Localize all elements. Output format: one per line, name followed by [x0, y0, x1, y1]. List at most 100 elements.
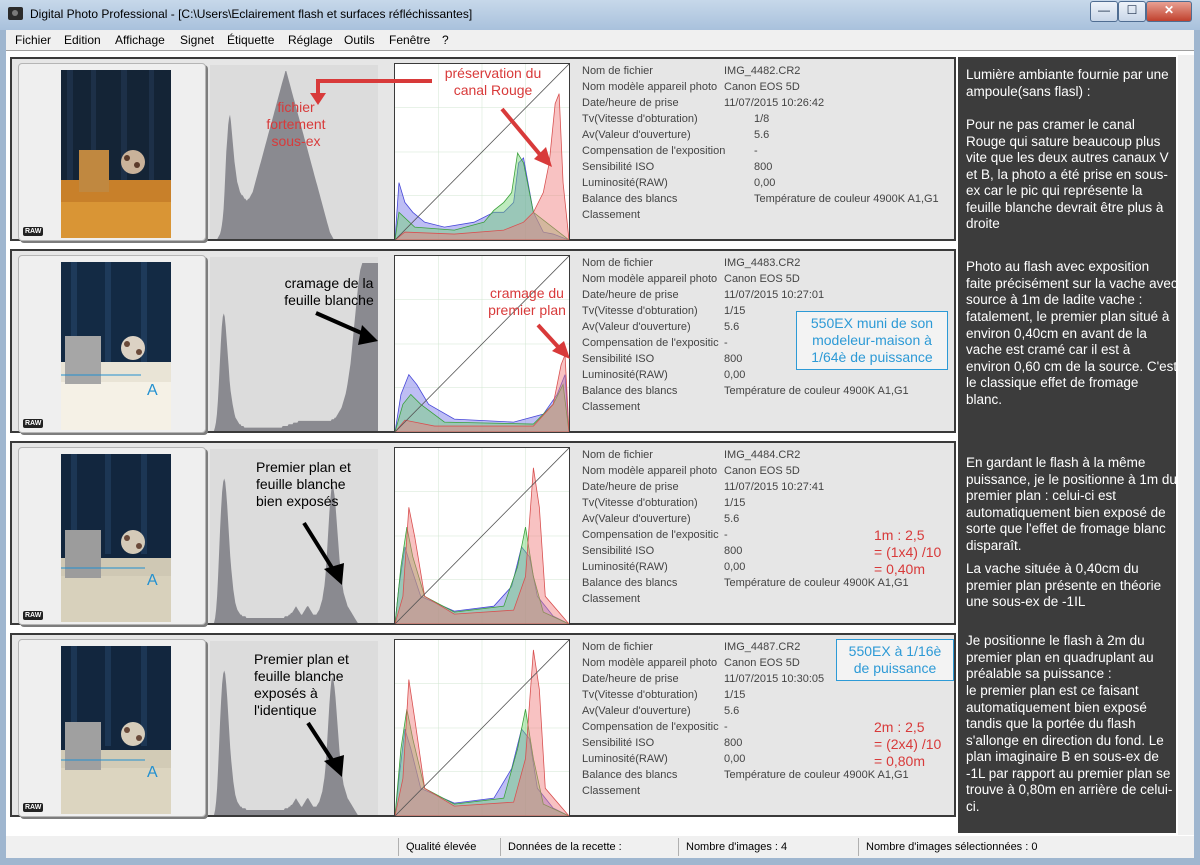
- minimize-button[interactable]: —: [1090, 1, 1118, 22]
- label-date: Date/heure de prise: [582, 289, 679, 301]
- label-rating: Classement: [582, 401, 641, 413]
- raw-badge: RAW: [23, 227, 44, 236]
- value-comp: -: [724, 337, 728, 349]
- value-wb: Température de couleur 4900K A1,G1: [724, 385, 909, 397]
- label-wb: Balance des blancs: [582, 769, 678, 781]
- status-divider: [500, 838, 501, 856]
- window-title: Digital Photo Professional - [C:\Users\E…: [30, 7, 473, 21]
- value-model: Canon EOS 5D: [724, 81, 800, 93]
- thumbnail-frame[interactable]: A RAW: [18, 639, 206, 817]
- value-tv: 1/15: [724, 689, 746, 701]
- value-tv: 1/15: [724, 305, 746, 317]
- calc-line: 1m : 2,5: [874, 527, 925, 543]
- menu-reglage[interactable]: Réglage: [288, 33, 333, 47]
- calc-line: = (2x4) /10: [874, 736, 942, 752]
- raw-badge: RAW: [23, 611, 44, 620]
- photo-thumbnail[interactable]: [61, 262, 171, 430]
- annotation-sheet-burnout: cramage de la feuille blanche: [284, 275, 374, 308]
- annotation-well-exposed: Premier plan et feuille blanche bien exp…: [256, 459, 351, 509]
- menu-bar: Fichier Edition Affichage Signet Étiquet…: [6, 30, 1194, 50]
- flash-settings-note: 550EX muni de son modeleur-maison à 1/64…: [796, 311, 948, 370]
- value-file: IMG_4487.CR2: [724, 641, 801, 653]
- menu-etiquette[interactable]: Étiquette: [227, 33, 274, 47]
- label-av: Av(Valeur d'ouverture): [582, 321, 691, 333]
- distance-calculation: 2m : 2,5 = (2x4) /10 = 0,80m: [874, 719, 941, 770]
- value-lum: 0,00: [724, 753, 746, 765]
- vertical-scrollbar[interactable]: [1178, 55, 1194, 835]
- calc-line: = 0,40m: [874, 561, 925, 577]
- label-comp: Compensation de l'exposition: [582, 145, 726, 157]
- image-list[interactable]: RAW Nom de fichier IMG_4482.CR2 Nom modèl…: [10, 57, 956, 833]
- label-av: Av(Valeur d'ouverture): [582, 513, 691, 525]
- luminance-histogram: [210, 65, 378, 239]
- label-rating: Classement: [582, 593, 641, 605]
- label-rating: Classement: [582, 785, 641, 797]
- menu-fichier[interactable]: Fichier: [15, 33, 51, 47]
- label-model: Nom modèle appareil photo: [582, 81, 718, 93]
- value-lum: 0,00: [754, 177, 776, 189]
- label-tv: Tv(Vitesse d'obturation): [582, 113, 698, 125]
- client-area: RAW Nom de fichier IMG_4482.CR2 Nom modèl…: [6, 50, 1194, 837]
- photo-thumbnail[interactable]: [61, 454, 171, 622]
- label-wb: Balance des blancs: [582, 385, 678, 397]
- image-row[interactable]: A RAW Nom de fichier IMG_4487.CR2 Nom mod: [10, 633, 956, 817]
- thumbnail-frame[interactable]: A RAW: [18, 255, 206, 433]
- label-comp: Compensation de l'expositic: [582, 529, 719, 541]
- status-quality: Qualité élevée: [406, 841, 477, 853]
- window-frame-bottom: [0, 858, 1200, 865]
- status-divider: [678, 838, 679, 856]
- menu-edition[interactable]: Edition: [64, 33, 101, 47]
- marker-a: A: [147, 764, 158, 781]
- status-selected-count: Nombre d'images sélectionnées : 0: [866, 841, 1038, 853]
- label-rating: Classement: [582, 209, 641, 221]
- annotation-red-channel: préservation du canal Rouge: [444, 65, 542, 98]
- menu-signet[interactable]: Signet: [180, 33, 214, 47]
- value-file: IMG_4484.CR2: [724, 449, 801, 461]
- label-comp: Compensation de l'expositic: [582, 337, 719, 349]
- value-av: 5.6: [754, 129, 770, 141]
- status-recipe: Données de la recette :: [508, 841, 622, 853]
- label-lum: Luminosité(RAW): [582, 369, 668, 381]
- label-wb: Balance des blancs: [582, 193, 678, 205]
- status-divider: [398, 838, 399, 856]
- annotation-equal-exposure: Premier plan et feuille blanche exposés …: [254, 651, 349, 718]
- calc-line: = 0,80m: [874, 753, 925, 769]
- label-model: Nom modèle appareil photo: [582, 273, 718, 285]
- raw-badge: RAW: [23, 803, 44, 812]
- value-date: 11/07/2015 10:30:05: [724, 673, 825, 685]
- value-comp: -: [754, 145, 758, 157]
- note-red-channel: Pour ne pas cramer le canal Rouge qui sa…: [966, 117, 1169, 231]
- marker-a: A: [147, 382, 158, 399]
- value-date: 11/07/2015 10:27:41: [724, 481, 825, 493]
- photo-thumbnail[interactable]: [61, 646, 171, 814]
- thumbnail-frame[interactable]: RAW: [18, 63, 206, 241]
- annotation-foreground-burnout: cramage du premier plan: [488, 285, 566, 318]
- title-bar: Digital Photo Professional - [C:\Users\E…: [0, 0, 1200, 30]
- label-date: Date/heure de prise: [582, 97, 679, 109]
- image-row[interactable]: A RAW Nom de fichier IMG_4484.CR2 Nom mod: [10, 441, 956, 625]
- close-button[interactable]: ✕: [1146, 1, 1192, 22]
- value-file: IMG_4482.CR2: [724, 65, 801, 77]
- label-tv: Tv(Vitesse d'obturation): [582, 305, 698, 317]
- menu-affichage[interactable]: Affichage: [115, 33, 165, 47]
- label-av: Av(Valeur d'ouverture): [582, 129, 691, 141]
- menu-fenetre[interactable]: Fenêtre: [389, 33, 430, 47]
- note-ambient: Lumière ambiante fournie par une ampoule…: [966, 67, 1169, 99]
- notes-panel: Lumière ambiante fournie par une ampoule…: [958, 57, 1178, 833]
- label-model: Nom modèle appareil photo: [582, 657, 718, 669]
- maximize-button[interactable]: ☐: [1118, 1, 1146, 22]
- value-model: Canon EOS 5D: [724, 657, 800, 669]
- label-comp: Compensation de l'expositic: [582, 721, 719, 733]
- menu-outils[interactable]: Outils: [344, 33, 375, 47]
- photo-thumbnail[interactable]: [61, 70, 171, 238]
- value-wb: Température de couleur 4900K A1,G1: [754, 193, 939, 205]
- status-divider: [858, 838, 859, 856]
- value-wb: Température de couleur 4900K A1,G1: [724, 769, 909, 781]
- image-row[interactable]: RAW Nom de fichier IMG_4482.CR2 Nom modèl…: [10, 57, 956, 241]
- thumbnail-frame[interactable]: A RAW: [18, 447, 206, 625]
- image-row[interactable]: A RAW Nom de fichier IMG_4483.CR2 Nom mod: [10, 249, 956, 433]
- rgb-histogram: [394, 255, 570, 433]
- label-lum: Luminosité(RAW): [582, 561, 668, 573]
- value-model: Canon EOS 5D: [724, 273, 800, 285]
- menu-help[interactable]: ?: [442, 33, 449, 47]
